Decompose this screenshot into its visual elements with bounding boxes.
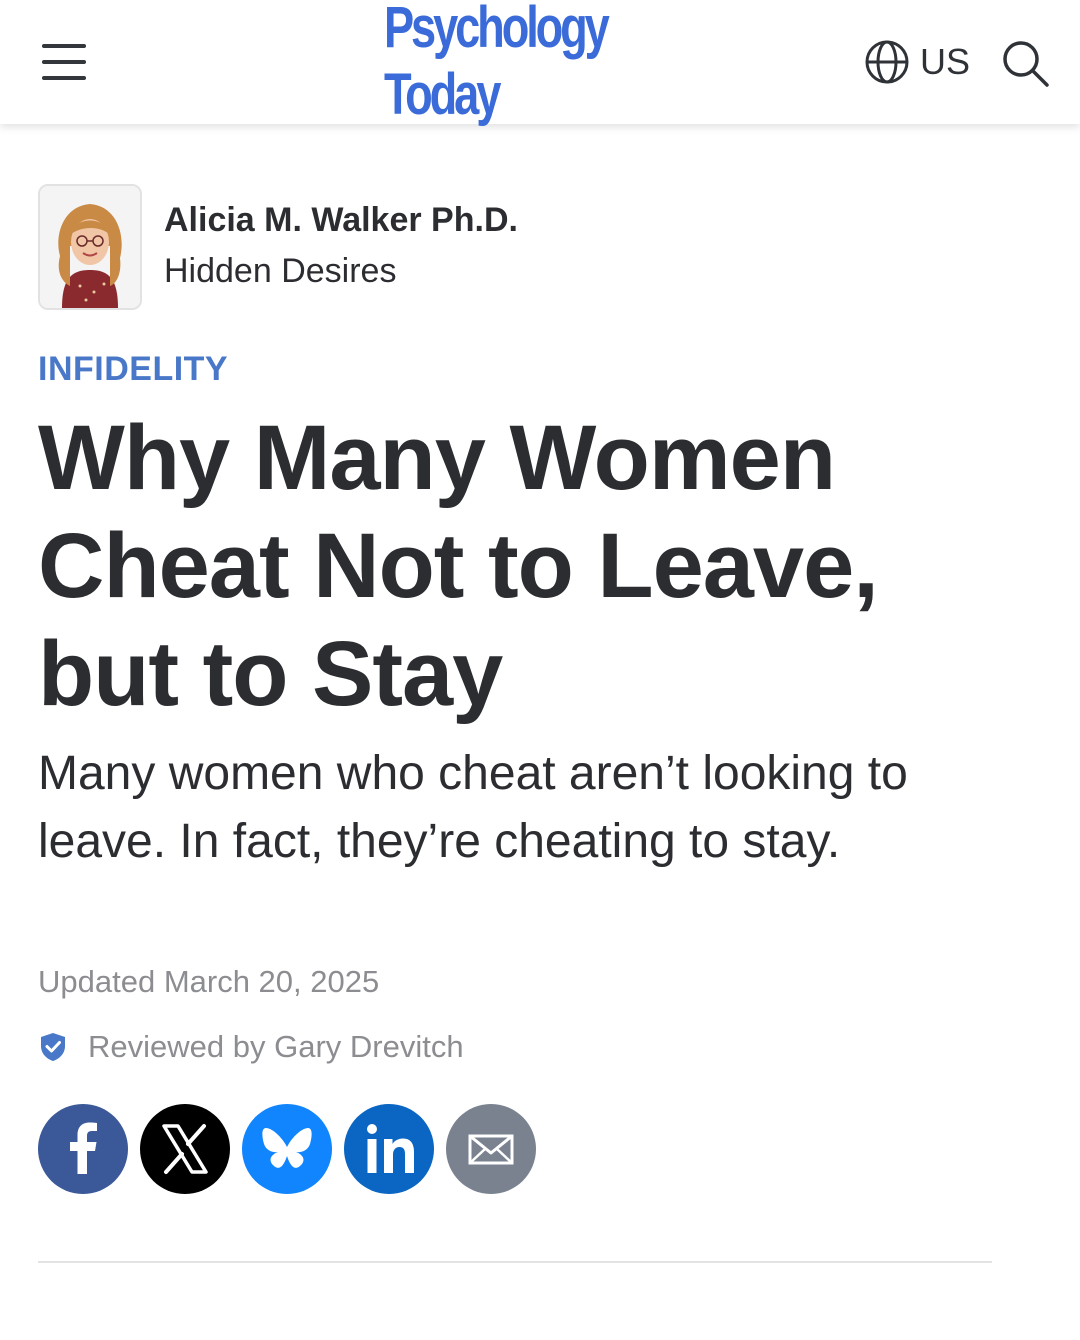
site-logo[interactable]: Psychology Today [384, 0, 696, 127]
updated-date: Updated March 20, 2025 [38, 964, 380, 999]
article-title: Why Many Women Cheat Not to Leave, but t… [38, 407, 879, 725]
region-selector[interactable]: US [864, 38, 970, 86]
hamburger-menu-icon[interactable] [42, 42, 88, 82]
author-name-link[interactable]: Alicia M. Walker Ph.D. [164, 197, 518, 243]
x-share-button[interactable] [140, 1104, 230, 1194]
author-byline: Alicia M. Walker Ph.D. Hidden Desires [38, 184, 518, 310]
article-subtitle: Many women who cheat aren’t looking to l… [38, 747, 908, 868]
search-icon[interactable] [1000, 38, 1050, 88]
email-icon [468, 1134, 514, 1165]
facebook-share-button[interactable] [38, 1104, 128, 1194]
content-divider [38, 1261, 992, 1263]
verified-shield-icon [41, 1033, 65, 1061]
linkedin-share-button[interactable] [344, 1104, 434, 1194]
globe-icon [865, 40, 909, 84]
reviewed-by: Reviewed by Gary Drevitch [38, 1024, 464, 1070]
region-label: US [920, 41, 971, 82]
category-tag[interactable]: INFIDELITY [38, 350, 228, 389]
bluesky-share-button[interactable] [242, 1104, 332, 1194]
author-avatar[interactable] [38, 184, 142, 310]
share-buttons [38, 1104, 548, 1194]
site-header: Psychology Today US [0, 0, 1080, 127]
author-portrait-image [40, 186, 140, 308]
blog-name-link[interactable]: Hidden Desires [164, 245, 518, 297]
x-icon [162, 1124, 208, 1174]
email-share-button[interactable] [446, 1104, 536, 1194]
linkedin-icon [367, 1124, 414, 1173]
bluesky-icon [262, 1128, 312, 1168]
reviewer-link[interactable]: Reviewed by Gary Drevitch [88, 1029, 464, 1065]
facebook-icon [70, 1122, 97, 1174]
